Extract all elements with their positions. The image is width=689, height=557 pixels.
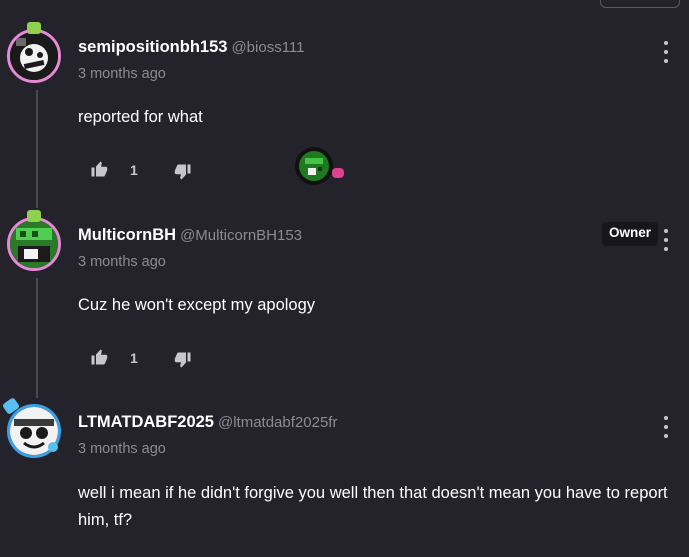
- avatar[interactable]: [7, 217, 61, 271]
- comment: semipositionbh153 @bioss111 3 months ago …: [0, 22, 689, 199]
- level-badge: [27, 22, 41, 34]
- user-handle[interactable]: @ltmatdabf2025fr: [218, 414, 337, 431]
- thumbs-up-icon: [91, 349, 108, 365]
- comment-text: Cuz he won't except my apology: [78, 296, 316, 314]
- timestamp: 3 months ago: [78, 441, 166, 457]
- like-count: 1: [130, 162, 138, 178]
- like-button[interactable]: [90, 160, 108, 178]
- thumbs-down-icon: [174, 352, 191, 368]
- comment-header: MulticornBH @MulticornBH153: [78, 226, 302, 245]
- username[interactable]: LTMATDABF2025: [78, 413, 214, 431]
- comment-text: well i mean if he didn't forgive you wel…: [78, 484, 668, 529]
- top-tab-edge[interactable]: [600, 0, 680, 8]
- username[interactable]: semipositionbh153: [78, 38, 227, 56]
- user-handle[interactable]: @MulticornBH153: [180, 227, 302, 244]
- comment-text: reported for what: [78, 108, 203, 126]
- like-button[interactable]: [90, 348, 108, 366]
- comment-header: semipositionbh153 @bioss111: [78, 38, 305, 57]
- more-options-icon[interactable]: [662, 229, 670, 251]
- more-options-icon[interactable]: [662, 41, 670, 63]
- chat-bubble-icon: [332, 168, 344, 178]
- username[interactable]: MulticornBH: [78, 226, 176, 244]
- level-badge: [48, 442, 58, 452]
- thumbs-up-icon: [91, 161, 108, 177]
- dislike-button[interactable]: [174, 351, 192, 369]
- level-badge: [27, 210, 41, 222]
- reply-avatar[interactable]: [294, 146, 344, 186]
- owner-badge: Owner: [602, 222, 659, 246]
- user-handle[interactable]: @bioss111: [231, 39, 304, 56]
- like-count: 1: [130, 350, 138, 366]
- comment-header: LTMATDABF2025 @ltmatdabf2025fr: [78, 413, 337, 432]
- dislike-button[interactable]: [174, 163, 192, 181]
- more-options-icon[interactable]: [662, 416, 670, 438]
- thumbs-down-icon: [174, 164, 191, 180]
- comment: LTMATDABF2025 @ltmatdabf2025fr 3 months a…: [0, 397, 689, 554]
- timestamp: 3 months ago: [78, 254, 166, 270]
- comment: MulticornBH @MulticornBH153 3 months ago …: [0, 210, 689, 387]
- avatar[interactable]: [7, 29, 61, 83]
- timestamp: 3 months ago: [78, 66, 166, 82]
